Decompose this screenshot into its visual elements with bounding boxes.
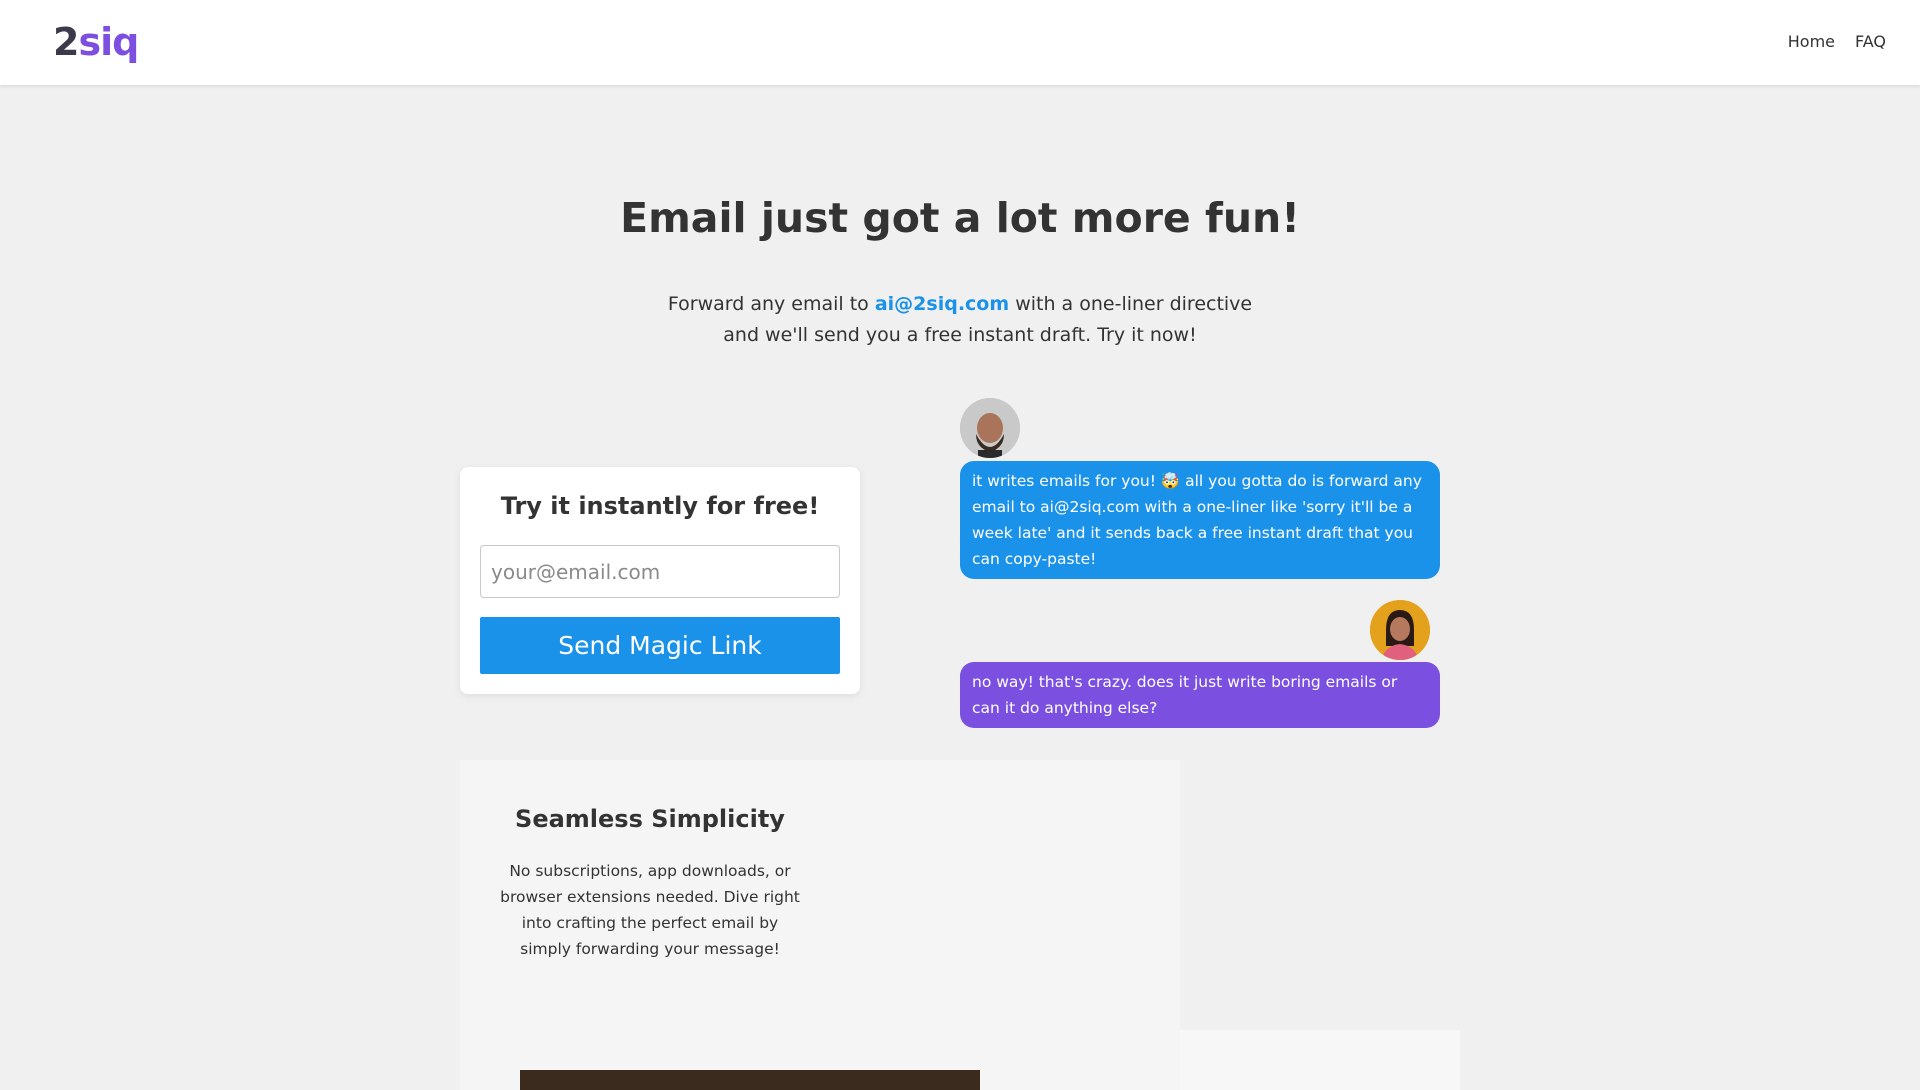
nav-links: Home FAQ (1788, 31, 1886, 53)
hero-email-link[interactable]: ai@2siq.com (875, 293, 1009, 315)
hero-title: Email just got a lot more fun! (620, 194, 1300, 242)
nav-link-home[interactable]: Home (1788, 31, 1835, 53)
feature-panel: Seamless Simplicity No subscriptions, ap… (460, 760, 1180, 1090)
feature-panel-secondary (1180, 1030, 1460, 1090)
feature-title: Seamless Simplicity (515, 805, 785, 833)
top-navbar: 2siq Home FAQ (0, 0, 1920, 85)
signup-card: Try it instantly for free! Send Magic Li… (460, 467, 860, 694)
nav-link-faq[interactable]: FAQ (1855, 31, 1886, 53)
email-input[interactable] (480, 545, 840, 598)
feature-text: No subscriptions, app downloads, or brow… (500, 862, 800, 958)
hero-subtitle: Forward any email to ai@2siq.com with a … (660, 289, 1260, 351)
send-magic-link-button[interactable]: Send Magic Link (480, 617, 840, 674)
man-avatar (960, 398, 1020, 458)
site-logo[interactable]: 2siq (53, 20, 139, 64)
hero-sub-before: Forward any email to (667, 293, 875, 315)
chat-bubble-1: it writes emails for you! 🤯 all you gott… (960, 461, 1440, 579)
feature-image (520, 1070, 980, 1090)
logo-word: siq (78, 20, 139, 64)
logo-number: 2 (53, 20, 79, 64)
chat-bubble-2: no way! that's crazy. does it just write… (960, 662, 1440, 728)
woman-avatar (1370, 600, 1430, 660)
signup-title: Try it instantly for free! (500, 492, 820, 520)
